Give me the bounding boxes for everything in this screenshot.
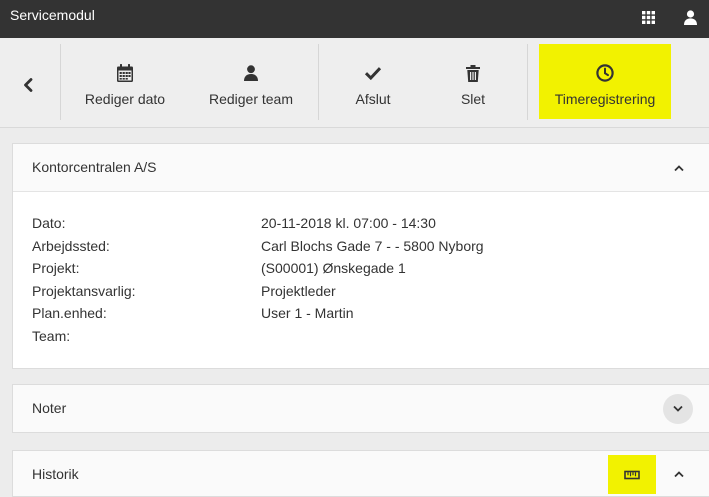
detail-label: Team: [32, 327, 71, 344]
delete-button[interactable]: Slet [420, 44, 526, 119]
calendar-icon [115, 63, 135, 83]
chevron-left-icon [22, 76, 34, 94]
notes-panel: Noter [12, 384, 709, 433]
trash-icon [463, 63, 483, 83]
grid-icon [641, 10, 655, 24]
expand-notes-button[interactable] [663, 394, 693, 424]
clock-icon [595, 63, 615, 83]
chevron-down-icon [673, 405, 683, 412]
detail-row: Dato: 20-11-2018 kl. 07:00 - 14:30 [32, 212, 690, 235]
apps-menu-button[interactable] [639, 8, 657, 26]
detail-row: Arbejdssted: Carl Blochs Gade 7 - - 5800… [32, 235, 690, 258]
finish-label: Afslut [355, 91, 391, 107]
details-panel-title: Kontorcentralen A/S [32, 159, 157, 175]
detail-row: Projekt: (S00001) Ønskegade 1 [32, 257, 690, 280]
notes-panel-header[interactable]: Noter [13, 385, 709, 432]
delete-label: Slet [460, 91, 486, 107]
action-toolbar: Rediger dato Rediger team Afslut Slet Ti… [0, 38, 709, 128]
toolbar-divider [527, 44, 528, 120]
toolbar-divider [60, 44, 61, 120]
detail-label: Projektansvarlig: [32, 282, 136, 299]
edit-team-button[interactable]: Rediger team [188, 44, 314, 119]
finish-button[interactable]: Afslut [320, 44, 426, 119]
detail-value: (S00001) Ønskegade 1 [261, 260, 406, 277]
user-menu-button[interactable] [681, 8, 699, 26]
detail-row: Plan.enhed: User 1 - Martin [32, 302, 690, 325]
check-icon [363, 63, 383, 83]
top-bar: Servicemodul [0, 0, 709, 38]
edit-team-label: Rediger team [208, 91, 294, 107]
chevron-up-icon [674, 471, 684, 478]
detail-value: Projektleder [261, 282, 336, 299]
detail-label: Projekt: [32, 260, 80, 277]
app-title: Servicemodul [10, 7, 95, 23]
user-icon [241, 63, 261, 83]
collapse-history-button[interactable] [673, 468, 685, 480]
detail-label: Plan.enhed: [32, 305, 107, 322]
back-button[interactable] [0, 44, 60, 120]
detail-value: 20-11-2018 kl. 07:00 - 14:30 [261, 215, 436, 231]
detail-label: Arbejdssted: [32, 237, 110, 254]
collapse-details-button[interactable] [673, 162, 685, 174]
detail-value: User 1 - Martin [261, 305, 354, 322]
history-ruler-button[interactable] [608, 455, 656, 494]
time-registration-button[interactable]: Timeregistrering [539, 44, 671, 119]
edit-date-label: Rediger dato [84, 91, 166, 107]
detail-row: Team: [32, 325, 690, 348]
toolbar-divider [318, 44, 319, 120]
detail-label: Dato: [32, 215, 66, 231]
time-registration-label: Timeregistrering [554, 91, 656, 107]
ruler-icon [624, 470, 640, 479]
chevron-up-icon [674, 165, 684, 172]
notes-panel-title: Noter [32, 400, 67, 416]
user-icon [683, 9, 697, 25]
history-panel-title: Historik [32, 466, 79, 482]
history-panel-header[interactable]: Historik [13, 451, 709, 496]
details-panel: Kontorcentralen A/S Dato: 20-11-2018 kl.… [12, 143, 709, 369]
history-panel: Historik [12, 450, 709, 497]
edit-date-button[interactable]: Rediger dato [62, 44, 188, 119]
detail-row: Projektansvarlig: Projektleder [32, 280, 690, 303]
details-panel-header[interactable]: Kontorcentralen A/S [13, 144, 709, 192]
details-panel-body: Dato: 20-11-2018 kl. 07:00 - 14:30 Arbej… [13, 192, 709, 368]
detail-value: Carl Blochs Gade 7 - - 5800 Nyborg [261, 237, 484, 254]
